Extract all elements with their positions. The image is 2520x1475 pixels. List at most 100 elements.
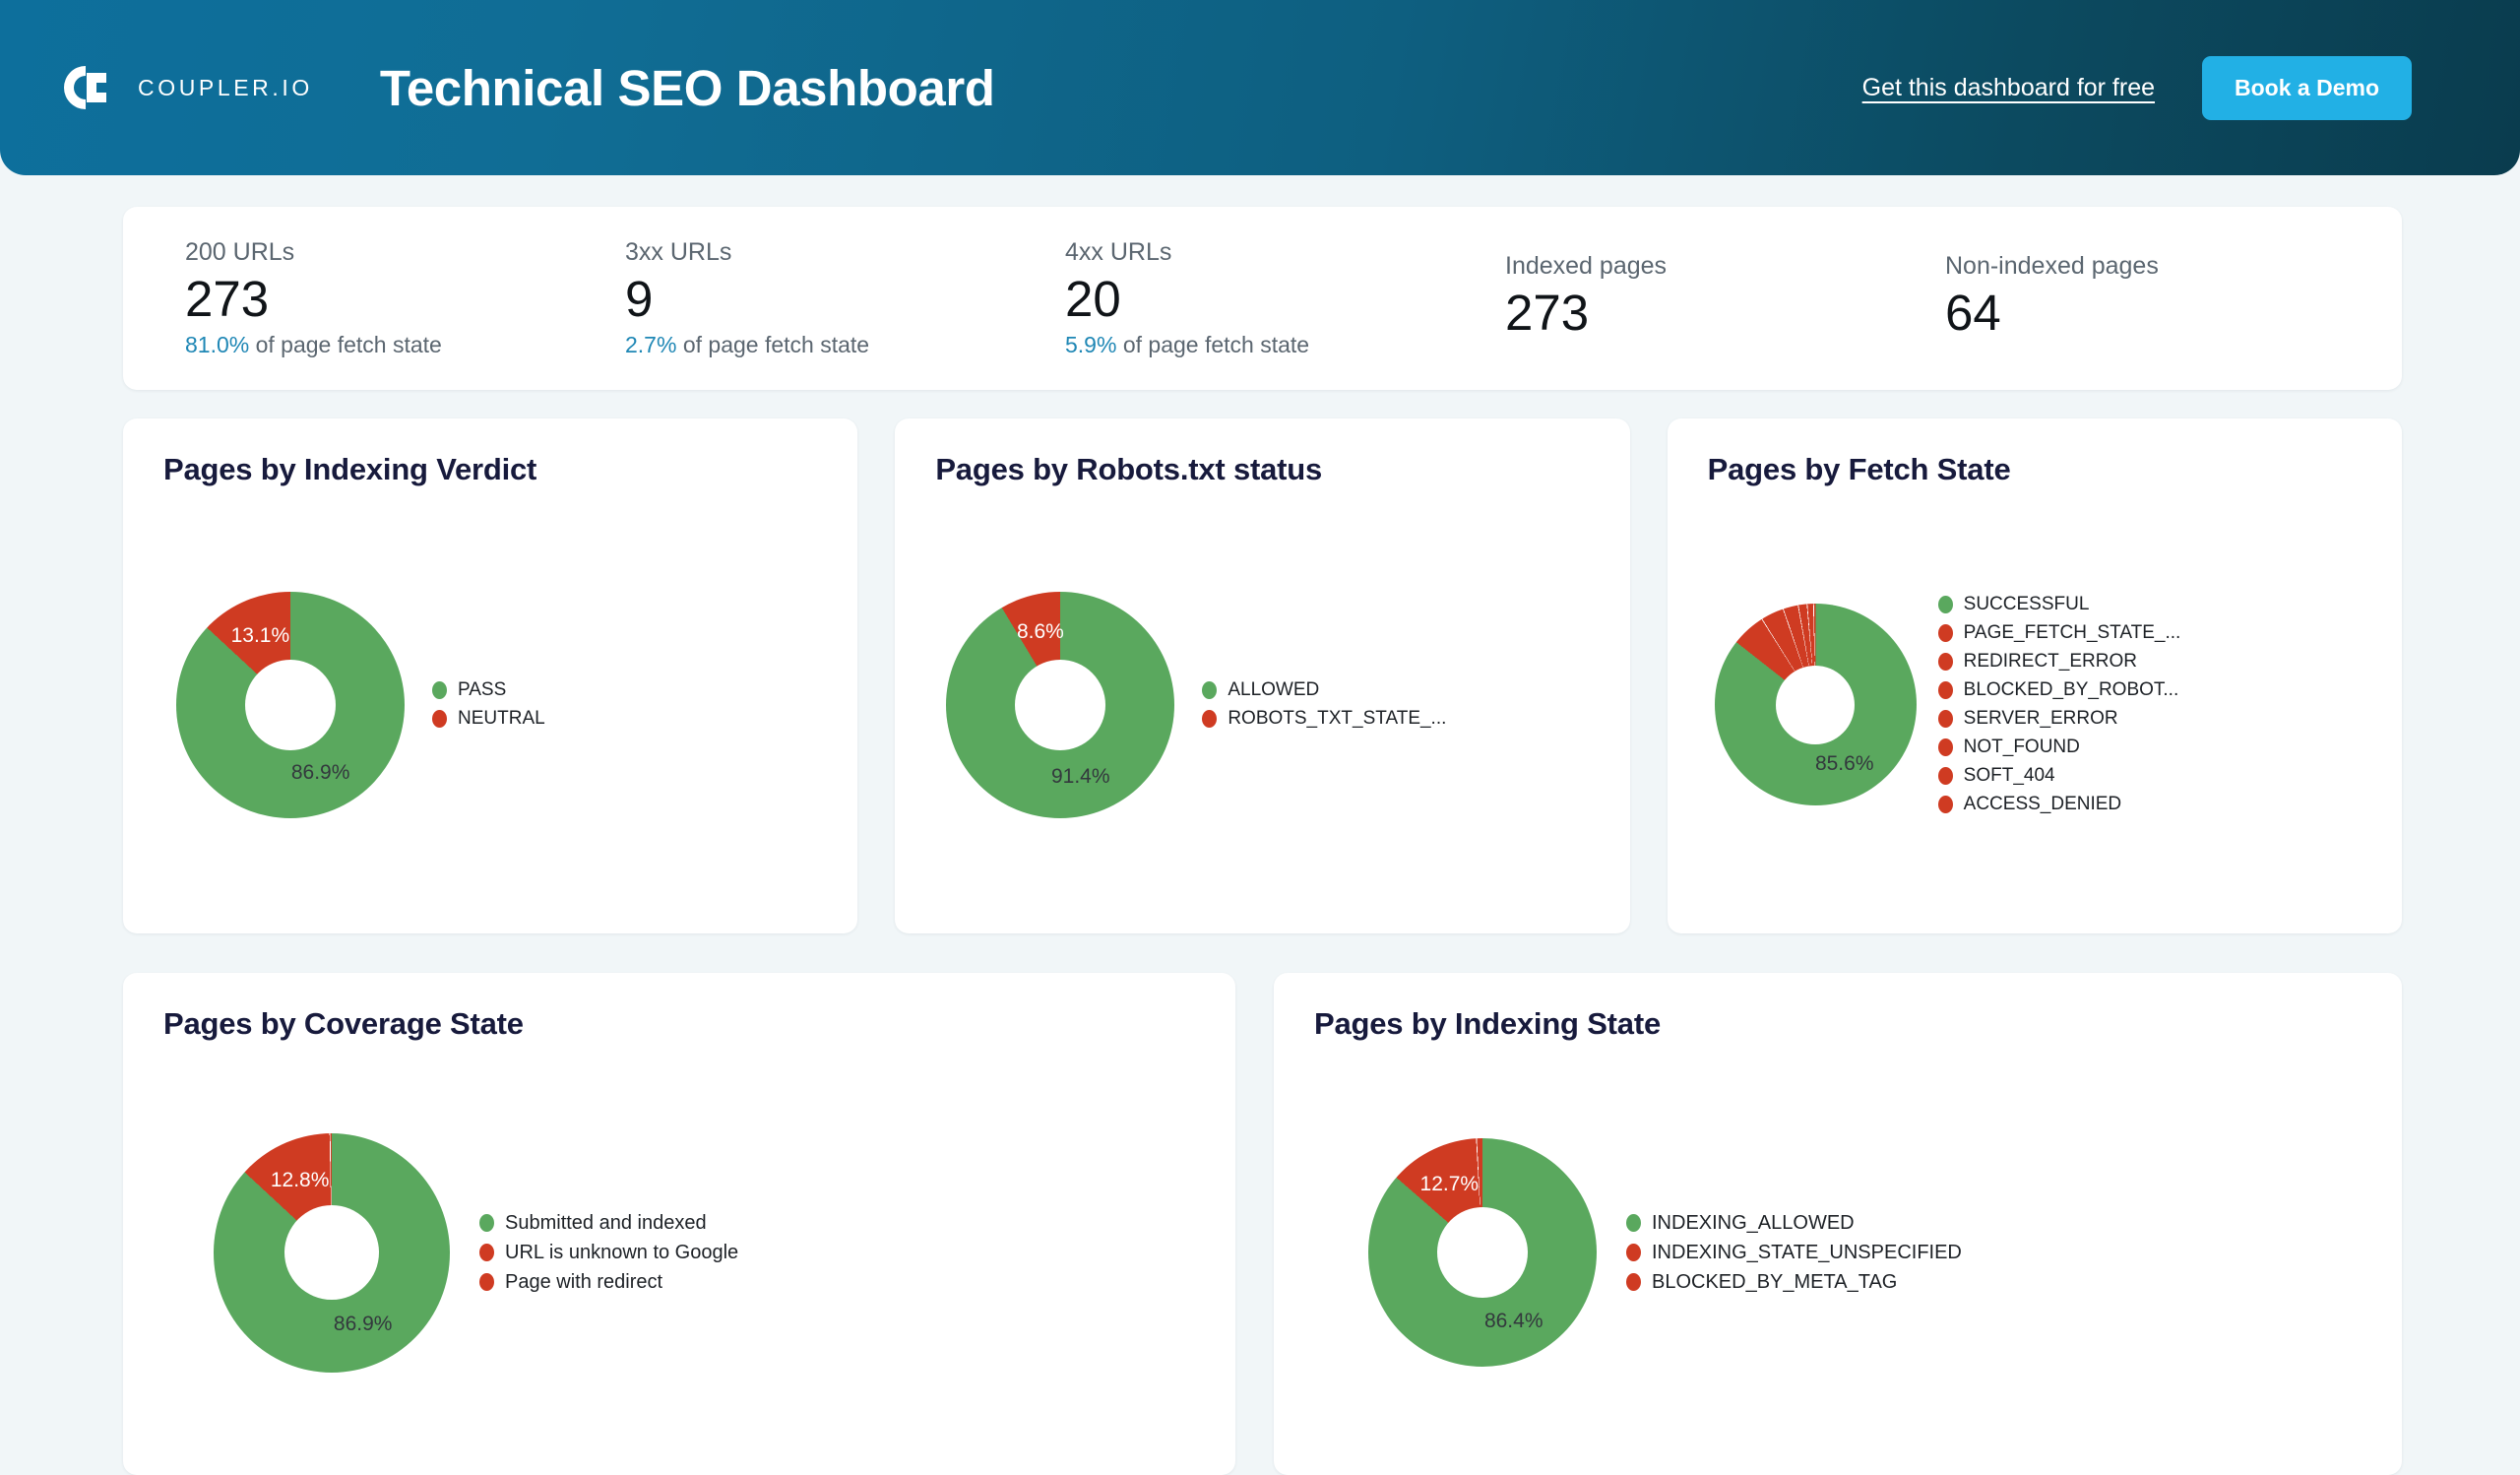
donut-chart[interactable]: 86.4%12.7% — [1368, 1138, 1597, 1367]
slice-percent-label: 91.4% — [1051, 765, 1110, 789]
legend-color-dot — [1626, 1244, 1641, 1261]
donut-chart[interactable]: 86.9%13.1% — [176, 592, 405, 818]
legend-color-dot — [1938, 681, 1953, 699]
chart-title: Pages by Robots.txt status — [895, 452, 1629, 487]
card-fetch-state: Pages by Fetch State 85.6% SUCCESSFULPAG… — [1668, 418, 2402, 933]
legend-label: ALLOWED — [1228, 679, 1319, 701]
brand: COUPLER.IO — [59, 62, 313, 113]
chart-legend: SUCCESSFUL PAGE_FETCH_STATE_... REDIRECT_E… — [1938, 594, 2181, 815]
header-actions: Get this dashboard for free Book a Demo — [1862, 56, 2412, 120]
legend-item[interactable]: Submitted and indexed — [479, 1212, 738, 1235]
legend-color-dot — [1202, 681, 1217, 699]
legend-color-dot — [479, 1214, 494, 1232]
legend-item[interactable]: INDEXING_STATE_UNSPECIFIED — [1626, 1242, 1962, 1264]
kpi-200-urls: 200 URLs 273 81.0% of page fetch state — [162, 238, 602, 358]
slice-percent-label: 12.8% — [271, 1169, 330, 1192]
kpi-summary-card: 200 URLs 273 81.0% of page fetch state 3… — [123, 207, 2402, 390]
legend-item[interactable]: SUCCESSFUL — [1938, 594, 2181, 615]
legend-item[interactable]: BLOCKED_BY_ROBOT... — [1938, 679, 2181, 701]
legend-label: BLOCKED_BY_ROBOT... — [1964, 679, 2179, 701]
legend-item[interactable]: ACCESS_DENIED — [1938, 794, 2181, 815]
chart-legend: ALLOWED ROBOTS_TXT_STATE_... — [1202, 679, 1446, 730]
legend-item[interactable]: PAGE_FETCH_STATE_... — [1938, 622, 2181, 644]
kpi-value: 273 — [1505, 287, 1922, 340]
legend-item[interactable]: BLOCKED_BY_META_TAG — [1626, 1271, 1962, 1294]
chart-title: Pages by Indexing State — [1274, 1006, 2402, 1042]
legend-item[interactable]: REDIRECT_ERROR — [1938, 651, 2181, 673]
donut-chart[interactable]: 85.6% — [1715, 604, 1917, 805]
donut-hole — [1015, 660, 1105, 750]
chart-title: Pages by Indexing Verdict — [123, 452, 857, 487]
legend-color-dot — [1938, 653, 1953, 671]
donut-ring — [214, 1133, 450, 1373]
kpi-percent: 5.9% — [1065, 332, 1116, 357]
kpi-sub-label: of page fetch state — [1116, 332, 1309, 357]
kpi-label: 3xx URLs — [625, 238, 1042, 267]
kpi-subtext: 2.7% of page fetch state — [625, 332, 1042, 358]
legend-color-dot — [1938, 738, 1953, 756]
legend-label: ROBOTS_TXT_STATE_... — [1228, 708, 1446, 730]
donut-hole — [245, 660, 336, 750]
legend-label: URL is unknown to Google — [505, 1242, 738, 1264]
legend-color-dot — [1938, 710, 1953, 728]
legend-label: SOFT_404 — [1964, 765, 2055, 787]
get-dashboard-free-link[interactable]: Get this dashboard for free — [1862, 74, 2155, 102]
legend-color-dot — [1626, 1214, 1641, 1232]
kpi-label: Indexed pages — [1505, 252, 1922, 281]
donut-hole — [284, 1205, 379, 1300]
kpi-subtext: 5.9% of page fetch state — [1065, 332, 1482, 358]
legend-label: SERVER_ERROR — [1964, 708, 2118, 730]
chart-body: 85.6% SUCCESSFUL PAGE_FETCH_STATE_... REDI… — [1668, 487, 2402, 922]
kpi-sub-label: of page fetch state — [676, 332, 869, 357]
chart-body: 91.4%8.6% ALLOWED ROBOTS_TXT_STATE_... — [895, 487, 1629, 922]
legend-item[interactable]: SOFT_404 — [1938, 765, 2181, 787]
legend-label: ACCESS_DENIED — [1964, 794, 2122, 815]
donut-hole — [1437, 1207, 1528, 1298]
legend-color-dot — [432, 681, 447, 699]
card-coverage-state: Pages by Coverage State 86.9%12.8% Submi… — [123, 973, 1235, 1475]
kpi-label: Non-indexed pages — [1945, 252, 2362, 281]
kpi-percent: 81.0% — [185, 332, 249, 357]
kpi-label: 4xx URLs — [1065, 238, 1482, 267]
kpi-label: 200 URLs — [185, 238, 602, 267]
kpi-value: 20 — [1065, 273, 1482, 326]
card-indexing-verdict: Pages by Indexing Verdict 86.9%13.1% PAS… — [123, 418, 857, 933]
legend-label: SUCCESSFUL — [1964, 594, 2090, 615]
legend-label: PAGE_FETCH_STATE_... — [1964, 622, 2181, 644]
legend-item[interactable]: NEUTRAL — [432, 708, 545, 730]
legend-item[interactable]: ROBOTS_TXT_STATE_... — [1202, 708, 1446, 730]
kpi-value: 64 — [1945, 287, 2362, 340]
legend-color-dot — [1626, 1273, 1641, 1291]
legend-label: PASS — [458, 679, 506, 701]
legend-item[interactable]: INDEXING_ALLOWED — [1626, 1212, 1962, 1235]
legend-color-dot — [1938, 767, 1953, 785]
book-demo-button[interactable]: Book a Demo — [2202, 56, 2412, 120]
legend-color-dot — [479, 1244, 494, 1261]
coupler-logo-icon — [59, 62, 116, 113]
legend-color-dot — [1938, 796, 1953, 813]
donut-chart[interactable]: 86.9%12.8% — [214, 1133, 450, 1373]
legend-label: REDIRECT_ERROR — [1964, 651, 2137, 673]
app-header: COUPLER.IO Technical SEO Dashboard Get t… — [0, 0, 2520, 175]
chart-legend: INDEXING_ALLOWED INDEXING_STATE_UNSPECIFI… — [1626, 1212, 1962, 1294]
chart-body: 86.9%12.8% Submitted and indexed URL is u… — [123, 1042, 1235, 1463]
legend-item[interactable]: NOT_FOUND — [1938, 737, 2181, 758]
legend-label: INDEXING_STATE_UNSPECIFIED — [1652, 1242, 1962, 1264]
legend-item[interactable]: ALLOWED — [1202, 679, 1446, 701]
legend-item[interactable]: Page with redirect — [479, 1271, 738, 1294]
kpi-non-indexed-pages: Non-indexed pages 64 — [1922, 252, 2362, 346]
slice-percent-label: 85.6% — [1815, 752, 1874, 776]
donut-ring — [1368, 1138, 1597, 1367]
slice-percent-label: 86.9% — [291, 761, 350, 785]
legend-color-dot — [1938, 624, 1953, 642]
legend-item[interactable]: SERVER_ERROR — [1938, 708, 2181, 730]
kpi-subtext: 81.0% of page fetch state — [185, 332, 602, 358]
card-robots-txt-status: Pages by Robots.txt status 91.4%8.6% ALL… — [895, 418, 1629, 933]
page-title: Technical SEO Dashboard — [380, 59, 995, 117]
kpi-value: 273 — [185, 273, 602, 326]
legend-item[interactable]: PASS — [432, 679, 545, 701]
card-indexing-state: Pages by Indexing State 86.4%12.7% INDEX… — [1274, 973, 2402, 1475]
donut-chart[interactable]: 91.4%8.6% — [946, 592, 1174, 818]
legend-item[interactable]: URL is unknown to Google — [479, 1242, 738, 1264]
kpi-4xx-urls: 4xx URLs 20 5.9% of page fetch state — [1042, 238, 1482, 358]
